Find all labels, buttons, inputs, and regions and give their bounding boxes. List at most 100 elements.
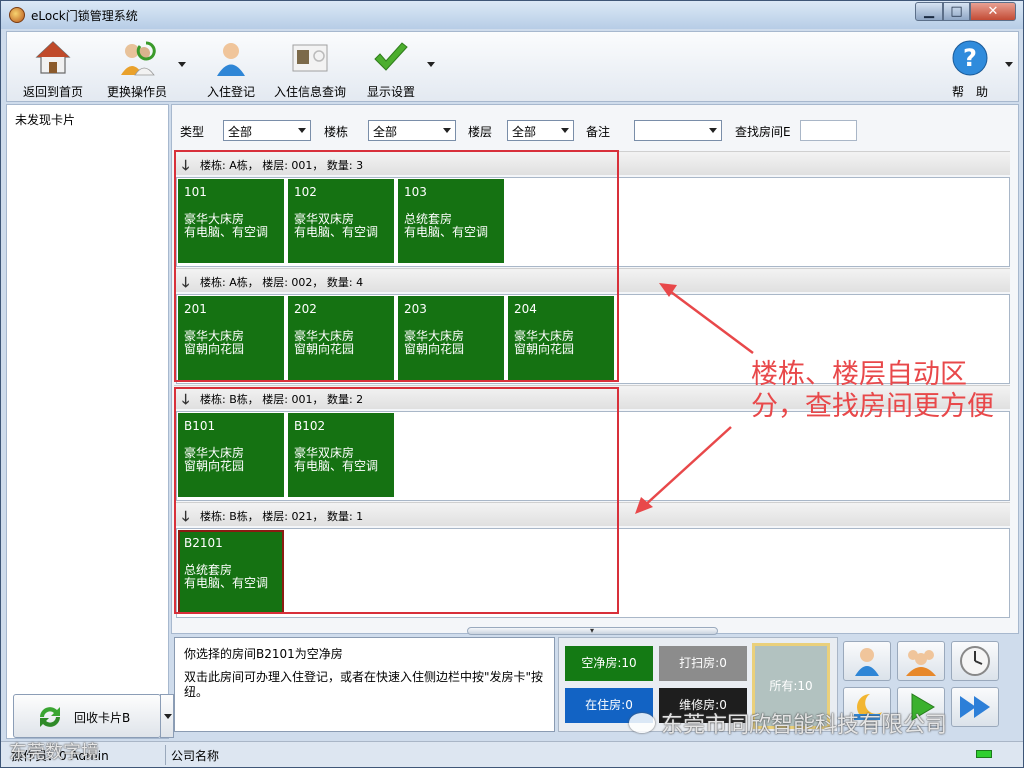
room-number: B102 xyxy=(294,419,326,433)
checkin-query-button[interactable]: 入住信息查询 xyxy=(269,35,351,99)
chevron-down-icon: ▾ xyxy=(590,626,595,635)
cleaning-status[interactable]: 打扫房:0 xyxy=(659,646,747,681)
id-card-icon xyxy=(292,44,328,72)
group-header-text: 楼栋: A栋， 楼层: 002， 数量: 4 xyxy=(200,276,364,289)
arrow-down-icon: 🡓 xyxy=(182,158,190,174)
wechat-icon xyxy=(629,713,655,733)
help-dropdown[interactable] xyxy=(1005,62,1013,67)
maximize-button[interactable]: □ xyxy=(943,2,970,21)
switch-operator-dropdown[interactable] xyxy=(178,62,186,67)
clock-icon xyxy=(960,646,990,676)
panel-splitter[interactable]: ▾ xyxy=(467,626,718,635)
status-divider xyxy=(165,745,166,765)
arrow-down-icon: 🡓 xyxy=(182,392,190,408)
help-label: 帮 助 xyxy=(951,85,988,99)
search-room-input[interactable] xyxy=(800,120,857,141)
house-icon xyxy=(35,41,71,74)
home-button[interactable]: 返回到首页 xyxy=(13,35,93,99)
arrow-down-icon: 🡓 xyxy=(182,509,190,525)
floor-label: 楼层 xyxy=(468,125,493,139)
close-button[interactable]: ✕ xyxy=(970,2,1016,21)
recycle-card-dropdown[interactable] xyxy=(160,694,174,738)
room-remark: 有电脑、有空调 xyxy=(404,225,489,239)
room-remark: 有电脑、有空调 xyxy=(184,225,269,239)
room-remark: 窗朝向花园 xyxy=(294,342,355,356)
display-settings-label: 显示设置 xyxy=(366,85,415,99)
room-number: B101 xyxy=(184,419,216,433)
group-header[interactable]: 🡓 楼栋: A栋， 楼层: 001， 数量: 3 xyxy=(174,151,1010,175)
type-label: 类型 xyxy=(180,125,205,139)
switch-operator-button[interactable]: 更换操作员 xyxy=(97,35,177,99)
floor-select[interactable]: 全部 xyxy=(507,120,574,141)
chevron-down-icon xyxy=(561,128,569,133)
room-tile-selected[interactable]: B2101 总统套房 有电脑、有空调 xyxy=(178,530,284,614)
group-header[interactable]: 🡓 楼栋: B栋， 楼层: 021， 数量: 1 xyxy=(174,502,1010,526)
watermark-left: 东莞数字境 xyxy=(9,742,99,763)
room-tile[interactable]: 203 豪华大床房 窗朝向花园 xyxy=(398,296,504,380)
switch-operator-label: 更换操作员 xyxy=(106,85,167,99)
group-body: 101 豪华大床房 有电脑、有空调 102 豪华双床房 有电脑、有空调 103 … xyxy=(176,177,1010,267)
no-card-text: 未发现卡片 xyxy=(15,113,76,127)
room-remark: 窗朝向花园 xyxy=(404,342,465,356)
card-reader-panel: 未发现卡片 回收卡片B xyxy=(6,104,174,739)
room-tile[interactable]: 103 总统套房 有电脑、有空调 xyxy=(398,179,504,263)
person-icon xyxy=(855,648,879,676)
display-settings-button[interactable]: 显示设置 xyxy=(357,35,425,99)
window-title: eLock门锁管理系统 xyxy=(31,9,138,23)
clock-button[interactable] xyxy=(951,641,999,681)
room-remark: 有电脑、有空调 xyxy=(294,225,379,239)
group-header[interactable]: 🡓 楼栋: A栋， 楼层: 002， 数量: 4 xyxy=(174,268,1010,292)
room-info-box: 你选择的房间B2101为空净房 双击此房间可办理入住登记，或者在快速入住侧边栏中… xyxy=(174,637,555,732)
room-number: 102 xyxy=(294,185,317,199)
status-bar: 操作员：0 Admin 公司名称 xyxy=(1,741,1023,767)
building-select-value: 全部 xyxy=(373,125,398,139)
checkin-button[interactable]: 入住登记 xyxy=(197,35,265,99)
room-tile[interactable]: 201 豪华大床房 窗朝向花园 xyxy=(178,296,284,380)
group-checkin-button[interactable] xyxy=(897,641,945,681)
group-icon xyxy=(906,650,936,676)
chevron-down-icon xyxy=(298,128,306,133)
help-button[interactable]: ? 帮 助 xyxy=(935,35,1005,99)
remark-select[interactable] xyxy=(634,120,722,141)
room-number: 204 xyxy=(514,302,537,316)
question-icon: ? xyxy=(952,40,988,76)
quick-checkin-button[interactable] xyxy=(843,641,891,681)
annotation-line-1: 楼栋、楼层自动区 xyxy=(751,359,967,390)
selected-room-text: 你选择的房间B2101为空净房 xyxy=(184,647,343,661)
annotation-text: 楼栋、楼层自动区 分，查找房间更方便 xyxy=(751,359,994,423)
recycle-card-label: 回收卡片B xyxy=(74,711,131,725)
minimize-button[interactable]: ▁ xyxy=(915,2,943,21)
room-tile[interactable]: B101 豪华大床房 窗朝向花园 xyxy=(178,413,284,497)
group-body: B101 豪华大床房 窗朝向花园 B102 豪华双床房 有电脑、有空调 xyxy=(176,411,1010,501)
title-bar: eLock门锁管理系统 ▁ □ ✕ xyxy=(1,1,1023,29)
room-tile[interactable]: 101 豪华大床房 有电脑、有空调 xyxy=(178,179,284,263)
vacant-clean-status[interactable]: 空净房:10 xyxy=(565,646,653,681)
toolbar: 返回到首页 更换操作员 入住登记 入住信息查询 显示设置 ? 帮 助 xyxy=(6,31,1019,102)
building-select[interactable]: 全部 xyxy=(368,120,456,141)
type-select[interactable]: 全部 xyxy=(223,120,311,141)
app-window: eLock门锁管理系统 ▁ □ ✕ 返回到首页 更换操作员 入住登记 入住信息查… xyxy=(0,0,1024,768)
skip-forward-button[interactable] xyxy=(951,687,999,727)
room-remark: 窗朝向花园 xyxy=(514,342,575,356)
company-text: 公司名称 xyxy=(171,749,220,763)
room-remark: 有电脑、有空调 xyxy=(294,459,379,473)
room-tile[interactable]: 202 豪华大床房 窗朝向花园 xyxy=(288,296,394,380)
display-settings-dropdown[interactable] xyxy=(427,62,435,67)
room-number: 201 xyxy=(184,302,207,316)
room-tile[interactable]: B102 豪华双床房 有电脑、有空调 xyxy=(288,413,394,497)
recycle-card-button[interactable]: 回收卡片B xyxy=(13,694,161,738)
annotation-line-2: 分，查找房间更方便 xyxy=(751,391,994,422)
checkmark-icon xyxy=(374,42,408,71)
room-hint-text: 双击此房间可办理入住登记，或者在快速入住侧边栏中按"发房卡"按纽。 xyxy=(184,670,544,699)
chevron-down-icon xyxy=(443,128,451,133)
room-number: 203 xyxy=(404,302,427,316)
room-tile[interactable]: 204 豪华大床房 窗朝向花园 xyxy=(508,296,614,380)
room-remark: 窗朝向花园 xyxy=(184,342,245,356)
room-number: 202 xyxy=(294,302,317,316)
room-number: B2101 xyxy=(184,536,223,550)
search-room-label: 查找房间E xyxy=(735,125,791,139)
room-tile[interactable]: 102 豪华双床房 有电脑、有空调 xyxy=(288,179,394,263)
arrow-down-icon: 🡓 xyxy=(182,275,190,291)
group-header-text: 楼栋: B栋， 楼层: 021， 数量: 1 xyxy=(200,510,364,523)
checkin-query-label: 入住信息查询 xyxy=(273,85,346,99)
